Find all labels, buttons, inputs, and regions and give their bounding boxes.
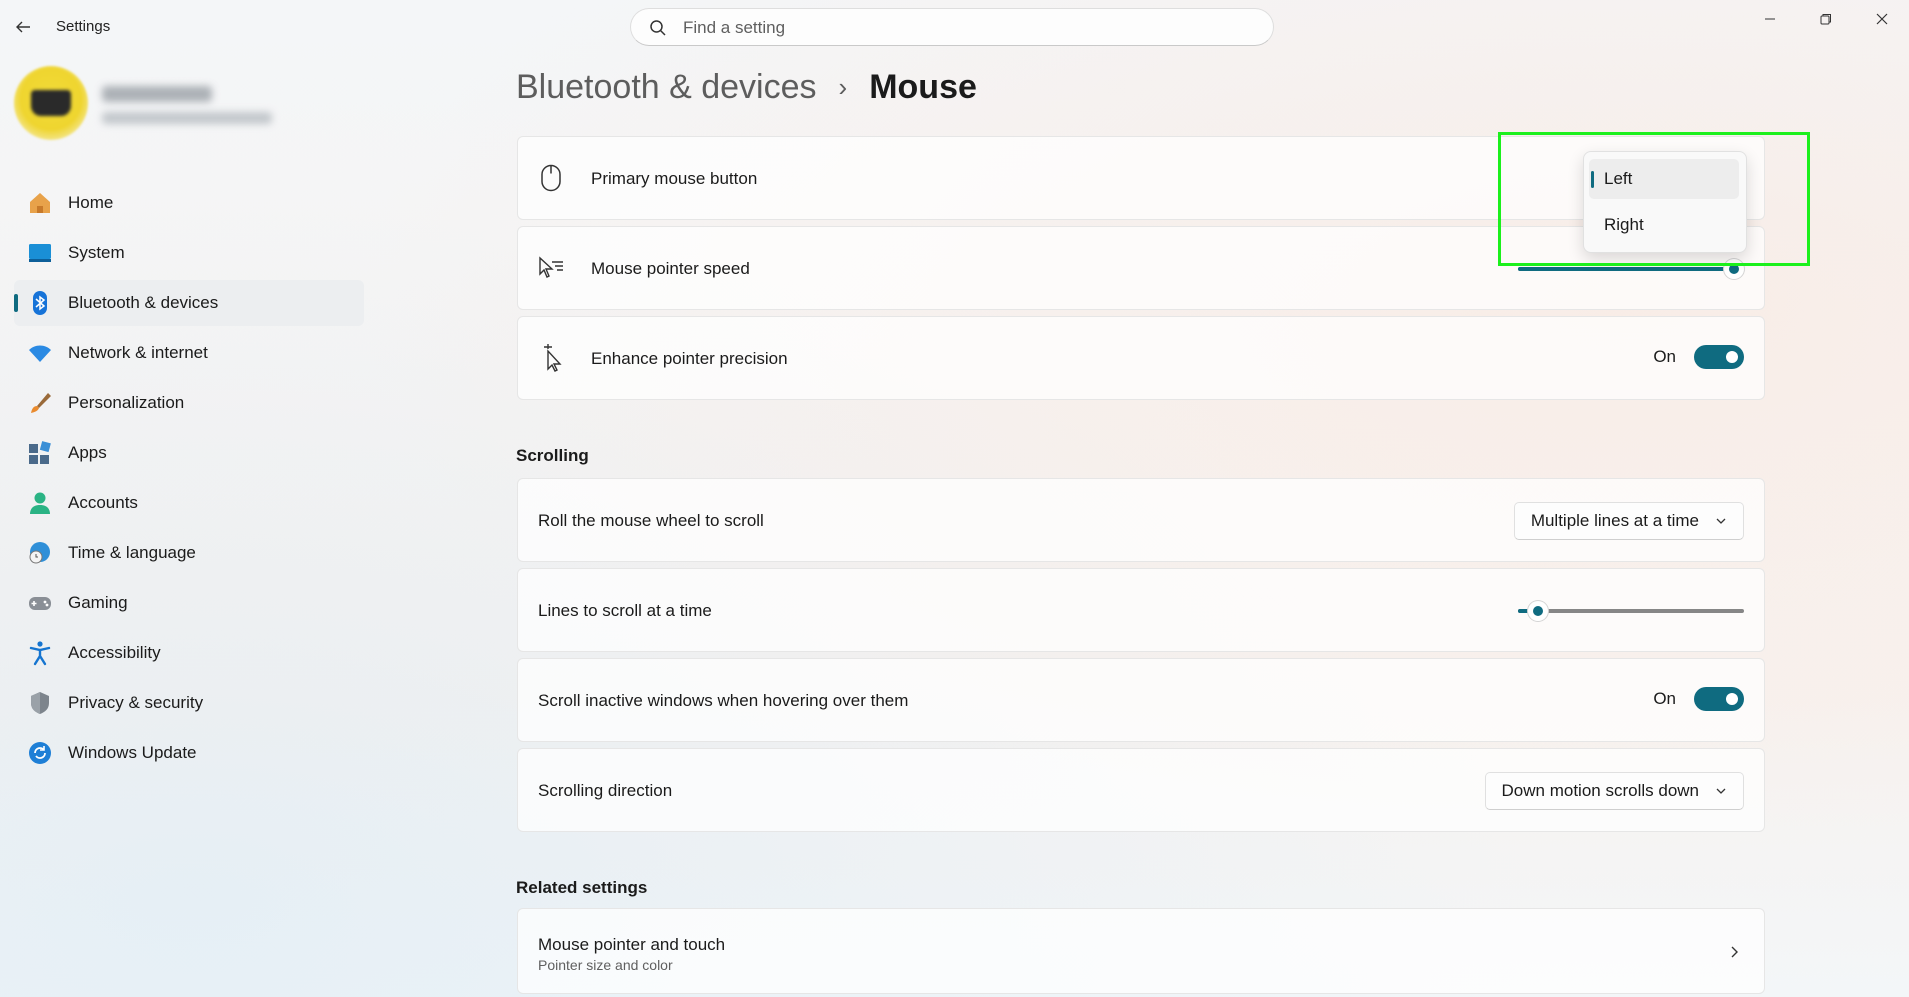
breadcrumb-parent[interactable]: Bluetooth & devices [516,68,817,107]
bluetooth-icon [26,289,54,317]
breadcrumb-separator: › [838,72,848,102]
sidebar-item-label: Personalization [68,393,185,412]
shield-icon [26,689,54,717]
wifi-icon [26,339,54,367]
system-icon [26,239,54,267]
sidebar-item-label: Privacy & security [68,693,204,712]
search-icon [649,19,667,42]
mouse-icon [536,163,566,193]
mouse-pointer-touch-label: Mouse pointer and touch [538,935,726,954]
scrolling-direction-label: Scrolling direction [538,781,673,800]
home-icon [26,189,54,217]
close-button[interactable] [1854,4,1909,34]
lines-to-scroll-label: Lines to scroll at a time [538,601,712,620]
brush-icon [26,389,54,417]
user-name-redacted [102,86,212,102]
sidebar-item-network[interactable]: Network & internet [14,330,364,376]
accessibility-icon [26,639,54,667]
primary-mouse-button-label: Primary mouse button [591,169,758,188]
restore-button[interactable] [1798,4,1854,34]
refresh-icon [26,739,54,767]
sidebar-item-accessibility[interactable]: Accessibility [14,630,364,676]
sidebar-item-label: Time & language [68,543,196,562]
sidebar-item-label: Home [68,193,114,212]
scrolling-direction-dropdown[interactable]: Down motion scrolls down [1484,772,1744,810]
enhance-pointer-precision-row: Enhance pointer precision On [517,316,1765,400]
sidebar-nav: Home System Bluetooth & devices Network … [14,180,364,780]
chevron-right-icon [1728,945,1740,964]
sidebar-item-label: Bluetooth & devices [68,293,219,312]
pointer-precision-icon [536,343,566,373]
sidebar-item-label: Apps [68,443,107,462]
slider-fill [1518,267,1734,271]
scrolling-direction-row: Scrolling direction Down motion scrolls … [517,748,1765,832]
sidebar-item-personalization[interactable]: Personalization [14,380,364,426]
chevron-down-icon [1715,785,1727,797]
back-button[interactable] [10,14,36,40]
lines-to-scroll-slider[interactable] [1518,601,1744,621]
pointer-speed-icon [536,253,566,283]
restore-icon [1820,14,1831,25]
gamepad-icon [26,589,54,617]
toggle-knob [1726,693,1738,705]
sidebar-item-label: Accessibility [68,643,161,662]
sidebar-item-label: Network & internet [68,343,208,362]
back-arrow-icon [16,21,30,33]
scroll-inactive-label: Scroll inactive windows when hovering ov… [538,691,909,710]
globe-clock-icon [26,539,54,567]
sidebar-item-gaming[interactable]: Gaming [14,580,364,626]
inactive-toggle-state: On [1653,689,1676,708]
search-box[interactable] [630,8,1274,46]
sidebar-item-privacy[interactable]: Privacy & security [14,680,364,726]
precision-toggle-group: On [1653,345,1744,369]
sidebar-item-time-language[interactable]: Time & language [14,530,364,576]
user-profile[interactable] [14,66,354,142]
mouse-pointer-speed-label: Mouse pointer speed [591,259,750,278]
sidebar-item-label: Gaming [68,593,128,612]
app-title: Settings [56,18,111,35]
apps-icon [26,439,54,467]
mouse-pointer-touch-sublabel: Pointer size and color [538,957,673,973]
precision-toggle-state: On [1653,347,1676,366]
slider-track [1518,609,1744,613]
related-settings-title: Related settings [516,878,648,897]
title-bar: Settings [0,0,1909,54]
sidebar-item-accounts[interactable]: Accounts [14,480,364,526]
enhance-pointer-precision-label: Enhance pointer precision [591,349,788,368]
avatar-detail [31,90,71,116]
precision-toggle[interactable] [1694,345,1744,369]
sidebar-item-windows-update[interactable]: Windows Update [14,730,364,776]
sidebar-item-bluetooth[interactable]: Bluetooth & devices [14,280,364,326]
mouse-pointer-touch-link[interactable]: Mouse pointer and touch Pointer size and… [517,908,1765,994]
roll-wheel-label: Roll the mouse wheel to scroll [538,511,764,530]
user-email-redacted [102,112,272,124]
inactive-toggle-group: On [1653,687,1744,711]
toggle-knob [1726,351,1738,363]
minimize-icon [1765,18,1775,20]
scrolling-direction-value: Down motion scrolls down [1501,781,1699,800]
breadcrumb: Bluetooth & devices › Mouse [516,68,977,107]
scroll-inactive-row: Scroll inactive windows when hovering ov… [517,658,1765,742]
minimize-button[interactable] [1742,4,1798,34]
close-icon [1876,13,1888,25]
person-icon [26,489,54,517]
slider-thumb[interactable] [1528,601,1548,621]
sidebar-item-apps[interactable]: Apps [14,430,364,476]
sidebar-item-label: Accounts [68,493,138,512]
highlight-box [1498,132,1810,266]
chevron-down-icon [1715,515,1727,527]
roll-wheel-row: Roll the mouse wheel to scroll Multiple … [517,478,1765,562]
pointer-speed-slider[interactable] [1518,259,1744,279]
sidebar-item-home[interactable]: Home [14,180,364,226]
sidebar-item-system[interactable]: System [14,230,364,276]
roll-wheel-dropdown[interactable]: Multiple lines at a time [1513,502,1744,540]
sidebar-item-label: System [68,243,125,262]
scrolling-section-title: Scrolling [516,446,589,465]
search-input[interactable] [681,15,1255,41]
scroll-inactive-toggle[interactable] [1694,687,1744,711]
page-title: Mouse [869,68,977,106]
lines-to-scroll-row: Lines to scroll at a time [517,568,1765,652]
roll-wheel-value: Multiple lines at a time [1530,511,1699,530]
sidebar-item-label: Windows Update [68,743,197,762]
